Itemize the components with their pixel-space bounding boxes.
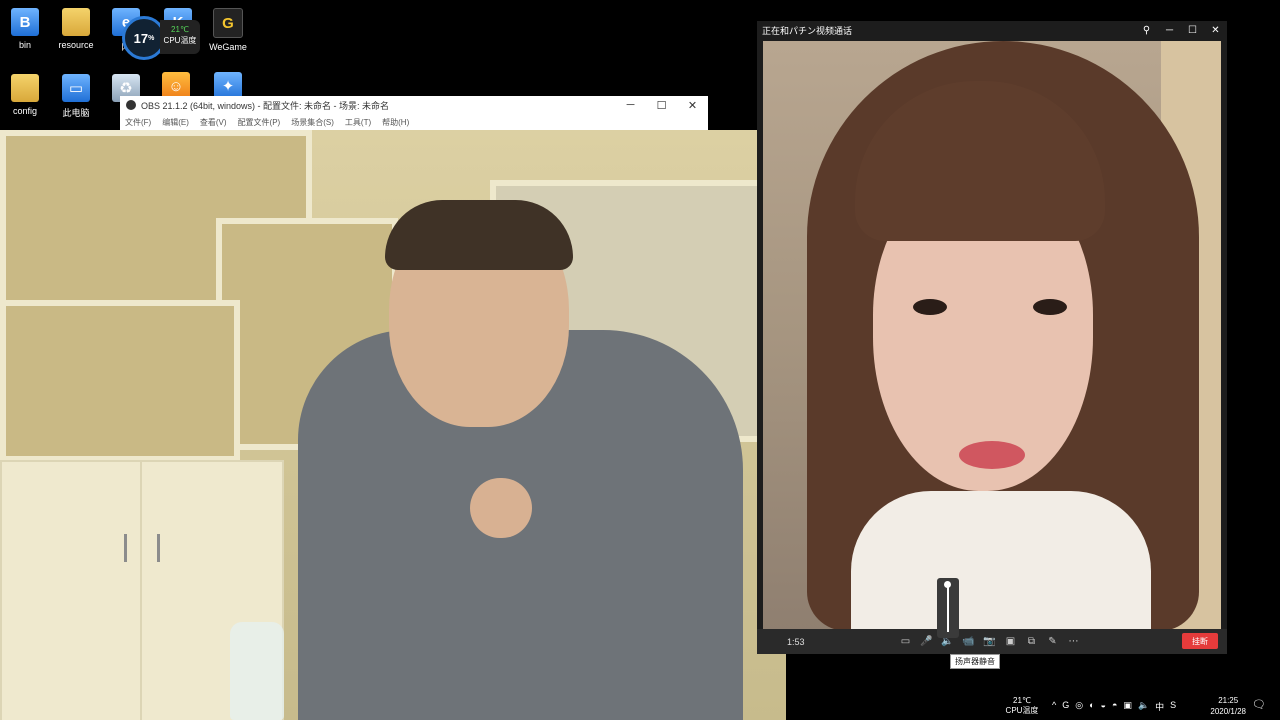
person-hand <box>470 478 532 538</box>
menu-file[interactable]: 文件(F) <box>125 117 151 128</box>
menu-help[interactable]: 帮助(H) <box>382 117 409 128</box>
screenshot-icon[interactable]: 📷 <box>983 636 996 647</box>
message-icon[interactable]: ▭ <box>899 636 912 647</box>
bin-folder-icon: B <box>11 8 39 36</box>
network-icon[interactable]: ▣ <box>1123 700 1132 713</box>
pin-icon[interactable]: ⚲ <box>1135 25 1158 36</box>
hangup-button[interactable]: 挂断 <box>1182 633 1218 649</box>
tray-temp-value: 21℃ <box>1013 696 1031 705</box>
menu-edit[interactable]: 编辑(E) <box>162 117 189 128</box>
call-titlebar[interactable]: 正在和パチン视频通话 ⚲ ─ ☐ ✕ <box>757 21 1227 40</box>
menu-view[interactable]: 查看(V) <box>200 117 227 128</box>
wegame-icon: G <box>213 8 243 38</box>
tray-app-icon[interactable]: ◒ <box>1101 700 1106 713</box>
tray-app-icon[interactable]: ◎ <box>1075 700 1083 713</box>
remote-video <box>763 41 1221 631</box>
computer-icon: ▭ <box>62 74 90 102</box>
cpu-temp-value: 21℃ <box>171 25 189 34</box>
cabinet-handle <box>157 534 160 562</box>
slider-knob[interactable] <box>944 581 951 588</box>
input-method-icon[interactable]: 中 <box>1155 700 1164 713</box>
person-hair <box>385 200 573 270</box>
obs-minimize-button[interactable]: ─ <box>615 99 646 112</box>
call-minimize-button[interactable]: ─ <box>1158 25 1181 36</box>
obs-window: OBS 21.1.2 (64bit, windows) - 配置文件: 未命名 … <box>120 96 708 130</box>
obs-close-button[interactable]: ✕ <box>677 99 708 112</box>
share-screen-icon[interactable]: ⧉ <box>1025 636 1038 647</box>
obs-logo-icon <box>126 100 136 110</box>
obs-maximize-button[interactable]: ☐ <box>646 99 677 112</box>
cpu-usage-unit: % <box>148 34 155 42</box>
call-duration: 1:53 <box>787 636 805 647</box>
desktop-icon-wegame[interactable]: G WeGame <box>198 8 258 52</box>
taskbar-clock[interactable]: 21:25 2020/1/28 <box>1210 695 1246 717</box>
tray-temp-label: CPU温度 <box>1005 706 1039 715</box>
camera-preview <box>0 130 786 720</box>
folder-icon <box>11 74 39 102</box>
obs-window-title: OBS 21.1.2 (64bit, windows) - 配置文件: 未命名 … <box>141 100 390 111</box>
camera-icon[interactable]: 📹 <box>962 636 975 647</box>
notification-center-icon[interactable]: 🗨 <box>1252 698 1266 711</box>
tray-app-icon[interactable]: ◓ <box>1112 700 1117 713</box>
obs-menubar: 文件(F) 编辑(E) 查看(V) 配置文件(P) 场景集合(S) 工具(T) … <box>120 114 708 130</box>
more-icon[interactable]: ⋯ <box>1067 636 1080 647</box>
record-icon[interactable]: ▣ <box>1004 636 1017 647</box>
water-bottle <box>230 622 284 720</box>
remote-person-scarf <box>851 491 1151 631</box>
shelf-lower-left <box>0 300 240 462</box>
edit-icon[interactable]: ✎ <box>1046 636 1059 647</box>
speaker-mute-tooltip: 扬声器静音 <box>950 654 1000 669</box>
slider-track <box>947 584 949 632</box>
call-window-title: 正在和パチン视频通话 <box>762 26 853 36</box>
obs-titlebar[interactable]: OBS 21.1.2 (64bit, windows) - 配置文件: 未命名 … <box>120 96 708 114</box>
remote-person-lips <box>959 441 1025 469</box>
menu-profile[interactable]: 配置文件(P) <box>238 117 281 128</box>
cpu-usage-value: 17 <box>133 30 149 46</box>
sogou-icon[interactable]: S <box>1170 700 1176 713</box>
call-close-button[interactable]: ✕ <box>1204 25 1227 36</box>
call-maximize-button[interactable]: ☐ <box>1181 25 1204 36</box>
cabinet-door-left <box>0 460 144 720</box>
volume-icon[interactable]: 🔈 <box>1138 700 1149 713</box>
video-call-window: 正在和パチン视频通话 ⚲ ─ ☐ ✕ 1:53 ▭ 🎤 🔈 📹 📷 ▣ ⧉ ✎ … <box>757 21 1227 654</box>
tray-cpu-temp[interactable]: 21℃ CPU温度 <box>1000 696 1044 716</box>
clock-date: 2020/1/28 <box>1210 707 1246 716</box>
call-toolbar: 1:53 ▭ 🎤 🔈 📹 📷 ▣ ⧉ ✎ ⋯ 挂断 <box>757 629 1227 654</box>
system-tray: 21℃ CPU温度 ^ G ◎ ◐ ◒ ◓ ▣ 🔈 中 S 21:25 2020… <box>1000 692 1280 720</box>
remote-person-eye <box>913 299 947 315</box>
desktop-icon-label: WeGame <box>209 42 247 52</box>
speaker-volume-slider[interactable] <box>937 578 959 638</box>
cpu-temp-label: CPU温度 <box>163 36 197 45</box>
clock-time: 21:25 <box>1218 696 1239 705</box>
remote-person-eye <box>1033 299 1067 315</box>
menu-tools[interactable]: 工具(T) <box>345 117 371 128</box>
cabinet-handle <box>124 534 127 562</box>
tray-app-icon[interactable]: ◐ <box>1089 700 1094 713</box>
cpu-temp-widget: 21℃ CPU温度 <box>160 20 200 54</box>
tray-app-g-icon[interactable]: G <box>1062 700 1069 713</box>
microphone-icon[interactable]: 🎤 <box>920 636 933 647</box>
folder-icon <box>62 8 90 36</box>
menu-scene-collection[interactable]: 场景集合(S) <box>291 117 334 128</box>
show-hidden-icons-icon[interactable]: ^ <box>1052 700 1056 713</box>
